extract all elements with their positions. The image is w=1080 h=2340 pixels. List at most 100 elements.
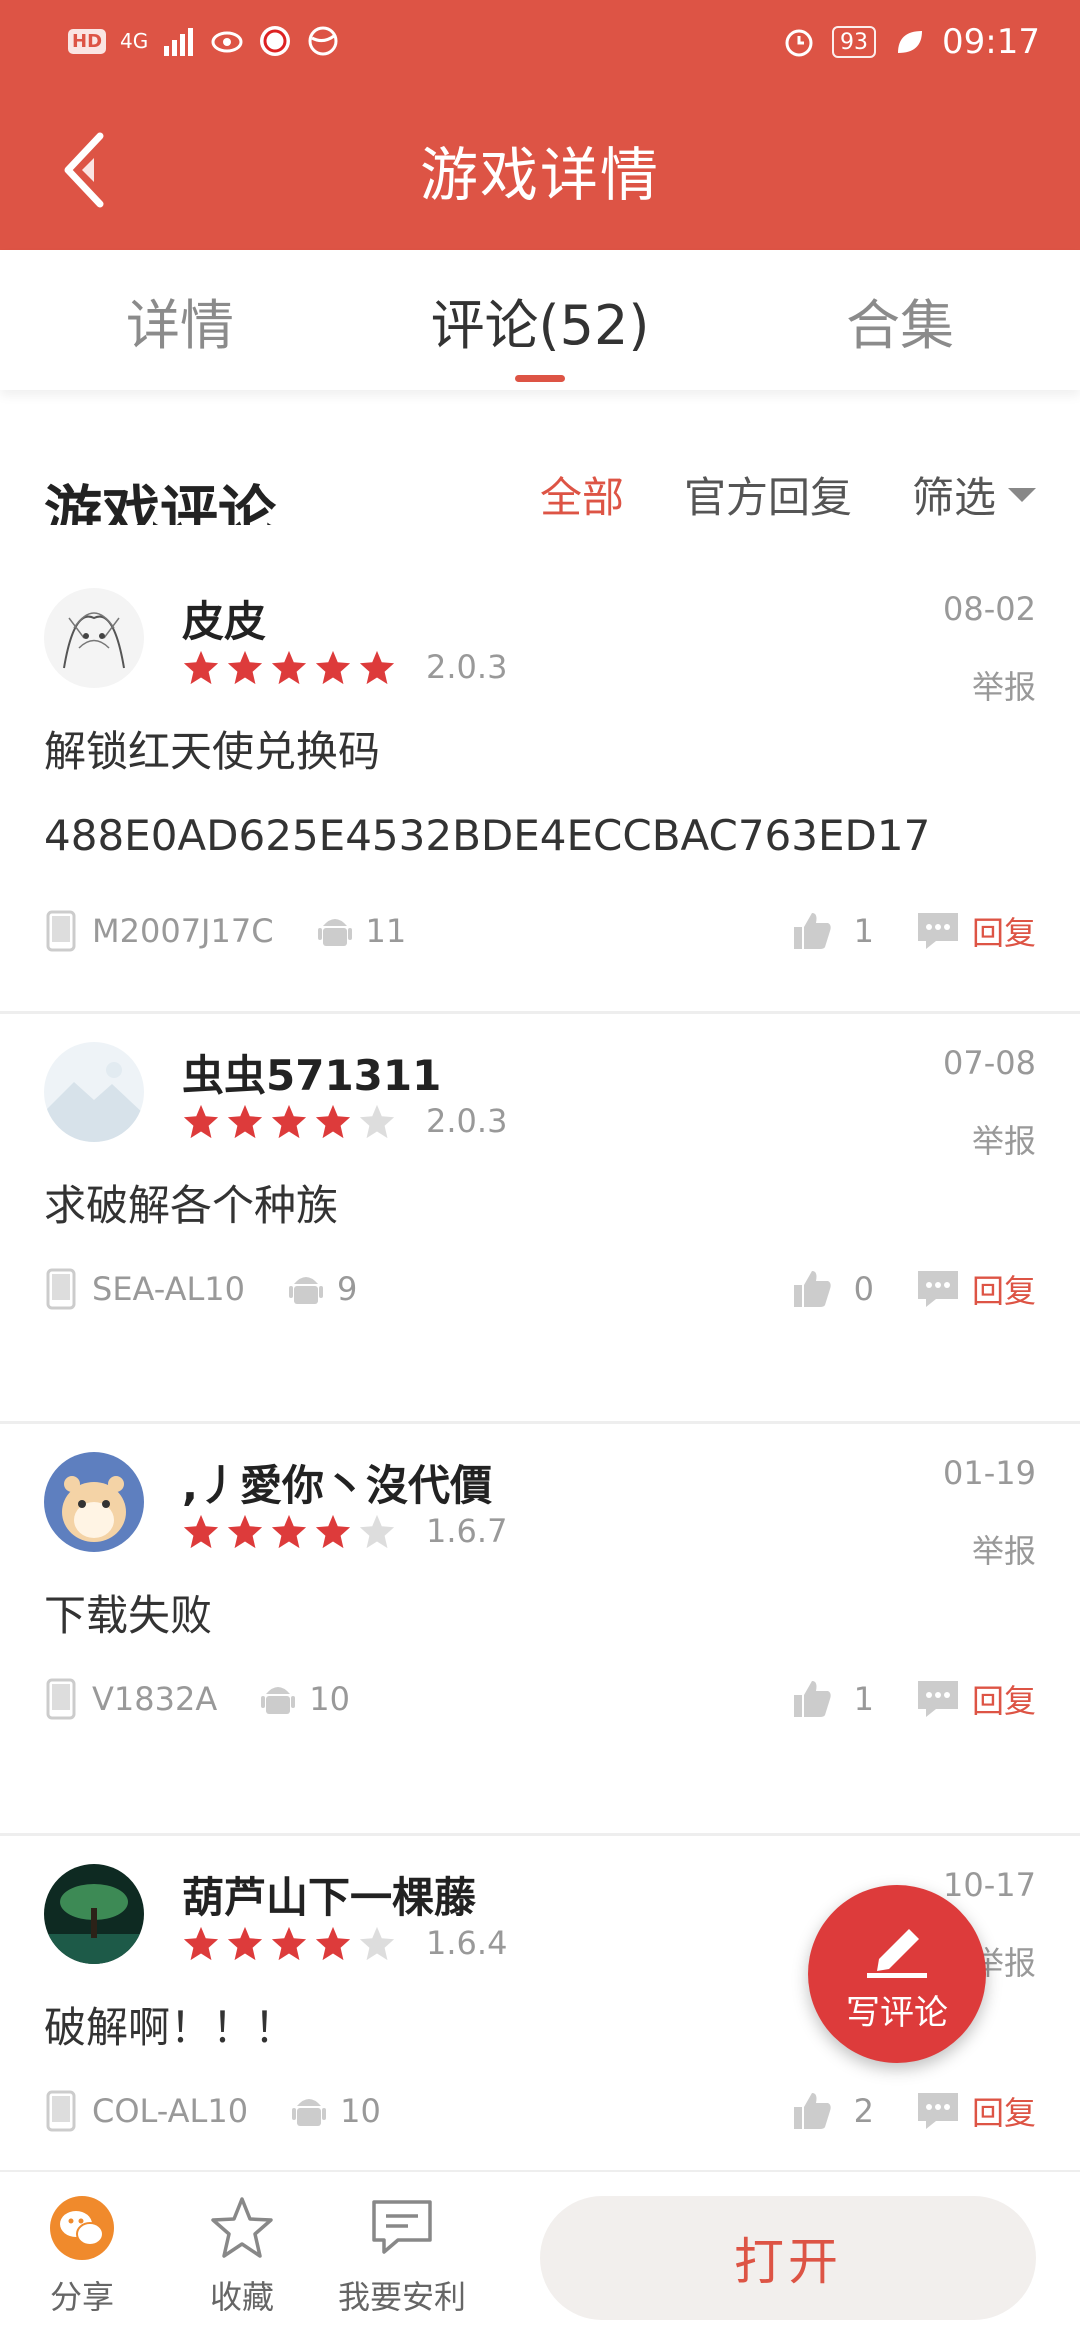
star-filled-icon [315, 650, 351, 685]
comment-bubble-icon[interactable] [916, 1267, 960, 1311]
report-link[interactable]: 举报 [972, 1116, 1036, 1162]
open-game-button[interactable]: 打开 [540, 2196, 1036, 2320]
phone-icon [46, 2090, 76, 2132]
app-version: 1.6.7 [426, 1512, 508, 1550]
app-version: 2.0.3 [426, 1102, 508, 1140]
rating-stars: 1.6.4 [182, 1924, 507, 1962]
comment-text: 下载失败 [44, 1574, 212, 1658]
comment-card: 皮皮 2.0.3 08-02 举报 解锁红天使兑换码 488E0AD625E45… [0, 560, 1080, 1014]
star-filled-icon [315, 1514, 351, 1549]
battery-indicator: 93 [832, 26, 877, 58]
star-empty-icon [359, 1926, 395, 1961]
share-label: 分享 [49, 2278, 114, 2316]
comment-text-line: 488E0AD625E4532BDE4ECCBAC763ED17 [44, 811, 931, 860]
tab-details[interactable]: 详情 [0, 250, 360, 390]
comment-date: 01-19 [943, 1454, 1036, 1492]
tab-collection[interactable]: 合集 [720, 250, 1080, 390]
recommend-button[interactable]: 我要安利 [332, 2194, 472, 2318]
avatar[interactable] [44, 1864, 144, 1964]
star-filled-icon [227, 1926, 263, 1961]
comment-bubble-icon[interactable] [916, 2089, 960, 2133]
star-filled-icon [271, 1514, 307, 1549]
pencil-icon [867, 1928, 927, 1978]
like-button[interactable]: 1 [790, 1677, 874, 1721]
comment-text-line: 求破解各个种族 [44, 1181, 339, 1230]
favorite-button[interactable]: 收藏 [172, 2194, 312, 2318]
star-filled-icon [359, 650, 395, 685]
tab-bar: 详情 评论(52) 合集 [0, 250, 1080, 390]
thumbs-up-icon [793, 913, 831, 949]
thumbs-up-icon [793, 1681, 831, 1717]
share-button[interactable]: 分享 [12, 2194, 152, 2318]
avatar-placeholder-image [44, 1042, 144, 1142]
comment-text: 求破解各个种族 [44, 1164, 338, 1248]
android-version: 11 [365, 912, 407, 950]
app-version: 1.6.4 [426, 1924, 508, 1962]
like-count: 1 [853, 912, 874, 950]
favorite-label: 收藏 [209, 2278, 274, 2316]
tab-comments[interactable]: 评论(52) [360, 250, 720, 390]
avatar[interactable] [44, 588, 144, 688]
android-version: 9 [337, 1270, 358, 1308]
clock: 09:17 [942, 22, 1040, 62]
like-button[interactable]: 0 [790, 1267, 874, 1311]
username[interactable]: ,丿愛你丶沒代價 [182, 1452, 492, 1513]
filter-official-reply[interactable]: 官方回复 [684, 464, 852, 525]
comment-date: 10-17 [943, 1866, 1036, 1904]
like-button[interactable]: 2 [790, 2089, 874, 2133]
section-title: 游戏评论 [44, 479, 277, 525]
star-filled-icon [315, 1104, 351, 1139]
reply-button[interactable]: 回复 [972, 908, 1036, 954]
android-icon [289, 1277, 323, 1304]
reply-button[interactable]: 回复 [972, 1266, 1036, 1312]
leaf-icon [898, 31, 923, 53]
globe-icon [308, 26, 338, 56]
avatar[interactable] [44, 1452, 144, 1552]
comment-meta: SEA-AL10 9 0 回复 [44, 1264, 1036, 1314]
rating-stars: 2.0.3 [182, 1102, 507, 1140]
write-comment-button[interactable]: 写评论 [808, 1885, 986, 2063]
report-link[interactable]: 举报 [972, 662, 1036, 708]
like-button[interactable]: 1 [790, 909, 874, 953]
comment-card: 虫虫571311 2.0.3 07-08 举报 求破解各个种族 SEA-AL10… [0, 1014, 1080, 1424]
filter-dropdown[interactable]: 筛选 [912, 464, 1036, 525]
star-filled-icon [315, 1926, 351, 1961]
comments-section-header: 游戏评论 全部 官方回复 筛选 [0, 440, 1080, 525]
device-model: V1832A [92, 1680, 218, 1718]
comment-meta: COL-AL10 10 2 回复 [44, 2086, 1036, 2136]
thumbs-up-icon [793, 1271, 831, 1307]
comment-date: 07-08 [943, 1044, 1036, 1082]
reply-button[interactable]: 回复 [972, 2088, 1036, 2134]
device-model: M2007J17C [92, 912, 274, 950]
comment-bubble-icon[interactable] [916, 909, 960, 953]
network-label: 4G [120, 29, 149, 53]
phone-icon [46, 1268, 76, 1310]
android-icon [317, 919, 352, 946]
chat-bubble-icon [372, 2200, 432, 2254]
star-outline-icon [211, 2197, 273, 2258]
eye-icon [211, 31, 243, 53]
avatar[interactable] [44, 1042, 144, 1142]
star-filled-icon [183, 1514, 219, 1549]
android-version: 10 [340, 2092, 381, 2130]
wechat-share-icon [50, 2196, 114, 2260]
comment-bubble-icon[interactable] [916, 1677, 960, 1721]
star-filled-icon [227, 650, 263, 685]
comment-text: 解锁红天使兑换码 488E0AD625E4532BDE4ECCBAC763ED1… [44, 710, 930, 878]
status-bar: HD 4G 93 09:17 [0, 0, 1080, 90]
report-link[interactable]: 举报 [972, 1526, 1036, 1572]
username[interactable]: 虫虫571311 [182, 1042, 441, 1103]
filter-all[interactable]: 全部 [540, 464, 624, 525]
recommend-label: 我要安利 [337, 2278, 466, 2316]
avatar-tree-image [44, 1864, 144, 1964]
back-button[interactable] [50, 125, 120, 215]
star-empty-icon [359, 1104, 395, 1139]
reply-button[interactable]: 回复 [972, 1676, 1036, 1722]
like-count: 0 [853, 1270, 874, 1308]
username[interactable]: 皮皮 [182, 588, 266, 649]
app-badge-icon [260, 26, 291, 56]
username[interactable]: 葫芦山下一棵藤 [182, 1864, 476, 1925]
bottom-action-bar: 分享 收藏 我要安利 打开 [0, 2170, 1080, 2340]
signal-icon [164, 28, 194, 56]
star-filled-icon [271, 650, 307, 685]
